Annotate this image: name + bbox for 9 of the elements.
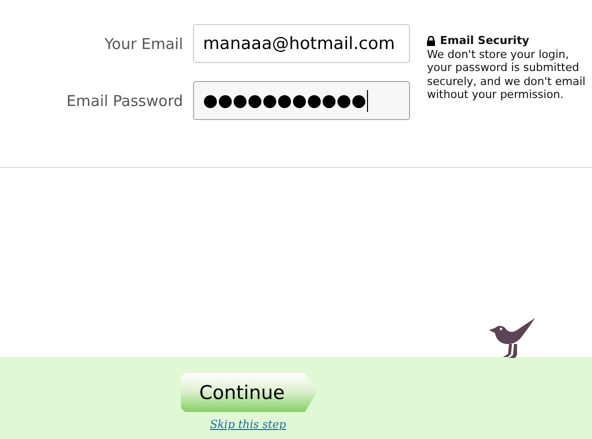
field-label: Email Password xyxy=(66,92,183,110)
lock-icon xyxy=(427,36,435,46)
skip-link[interactable]: Skip this step xyxy=(210,418,286,431)
input-field[interactable]: ●●●●●●●●●●● xyxy=(193,81,410,120)
continue-button[interactable]: Continue xyxy=(181,373,317,412)
field-label: Your Email xyxy=(104,34,183,52)
note-title: Email Security xyxy=(440,34,530,48)
input-field[interactable]: manaaa@hotmail.com xyxy=(193,24,410,63)
note-text: We don't store your login, your password is submitted securely, and we don't email without your permission. xyxy=(427,48,586,102)
